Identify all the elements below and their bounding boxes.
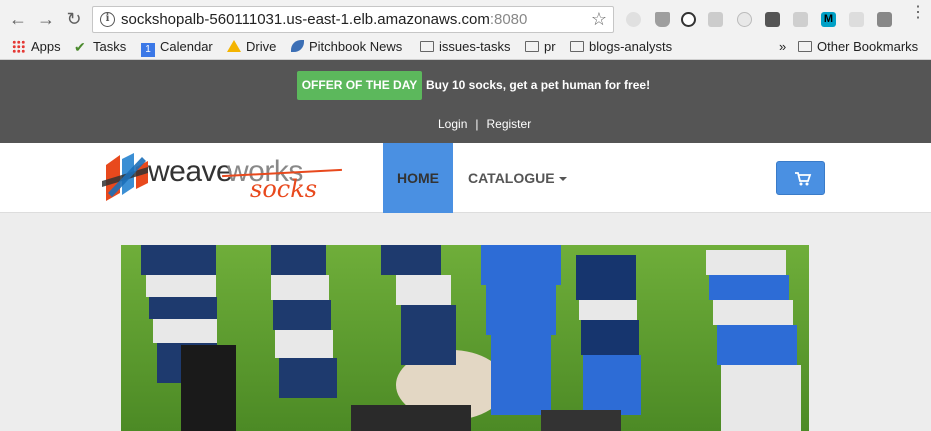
offer-of-the-day-button[interactable]: OFFER OF THE DAY	[297, 71, 422, 100]
feather-icon	[291, 40, 304, 52]
extension-icon[interactable]	[626, 12, 641, 27]
extension-icon[interactable]	[765, 12, 780, 27]
calendar-icon: 1	[141, 43, 155, 57]
extension-icon[interactable]	[849, 12, 864, 27]
browser-chrome: ← → ↻ i sockshopalb-560111031.us-east-1.…	[0, 0, 931, 60]
arrow-right-icon[interactable]: →	[36, 9, 56, 29]
nav-home[interactable]: HOME	[383, 143, 453, 213]
site-topbar: OFFER OF THE DAY Buy 10 socks, get a pet…	[0, 60, 931, 143]
extension-icon[interactable]: M	[821, 12, 836, 27]
shopping-cart-icon	[795, 172, 812, 186]
extension-icon[interactable]	[793, 12, 808, 27]
url-text[interactable]: sockshopalb-560111031.us-east-1.elb.amaz…	[121, 11, 527, 28]
arrow-left-icon[interactable]: ←	[8, 9, 28, 29]
hero-image-rugby-socks	[121, 245, 809, 431]
caret-down-icon	[558, 177, 567, 181]
site-navbar: weave works socks HOME CATALOGUE	[0, 143, 931, 213]
info-icon[interactable]: i	[100, 12, 115, 27]
address-bar[interactable]: i sockshopalb-560111031.us-east-1.elb.am…	[92, 6, 614, 33]
bookmark-drive[interactable]: Drive	[227, 38, 276, 56]
extension-icon[interactable]	[708, 12, 723, 27]
bookmark-star-icon[interactable]: ☆	[591, 9, 607, 30]
apps-grid-icon	[12, 40, 25, 53]
bookmark-tasks[interactable]: ✔ Tasks	[74, 38, 126, 56]
drive-icon	[227, 40, 241, 52]
bookmark-calendar[interactable]: 1 Calendar	[141, 38, 213, 57]
reload-icon[interactable]: ↻	[64, 9, 84, 29]
nav-catalogue-label: CATALOGUE	[468, 170, 555, 186]
nav-catalogue[interactable]: CATALOGUE	[468, 143, 567, 213]
logo-socks-text: socks	[250, 175, 318, 203]
logo-weave-text: weave	[148, 155, 233, 188]
extension-icon[interactable]	[737, 12, 752, 27]
folder-icon	[570, 41, 584, 52]
bookmark-folder-blogs-analysts[interactable]: blogs-analysts	[570, 38, 672, 56]
bookmark-folder-pr[interactable]: pr	[525, 38, 556, 56]
bookmark-folder-issues-tasks[interactable]: issues-tasks	[420, 38, 511, 56]
register-link[interactable]: Register	[487, 117, 532, 131]
bookmark-apps[interactable]: Apps	[12, 38, 61, 56]
cart-button[interactable]	[776, 161, 825, 195]
weaveworks-socks-logo[interactable]: weave works socks	[102, 153, 352, 203]
browser-menu-icon[interactable]: ⋮	[910, 5, 926, 21]
browser-toolbar: ← → ↻ i sockshopalb-560111031.us-east-1.…	[0, 4, 931, 34]
hero-photo	[121, 245, 809, 431]
bookmark-pitchbook-news[interactable]: Pitchbook News	[291, 38, 402, 56]
account-links: Login | Register	[438, 117, 531, 131]
link-separator: |	[475, 117, 479, 131]
offer-text[interactable]: Buy 10 socks, get a pet human for free!	[426, 78, 650, 92]
folder-icon	[525, 41, 539, 52]
login-link[interactable]: Login	[438, 117, 467, 131]
folder-icon	[798, 41, 812, 52]
url-port: :8080	[489, 11, 528, 28]
bookmarks-bar: Apps ✔ Tasks 1 Calendar Drive Pitchbook Ne…	[0, 35, 931, 59]
checkmark-icon: ✔	[74, 39, 86, 55]
url-host: sockshopalb-560111031.us-east-1.elb.amaz…	[121, 11, 490, 28]
extension-icon[interactable]	[681, 12, 696, 27]
bookmark-other-bookmarks[interactable]: Other Bookmarks	[798, 38, 918, 56]
folder-icon	[420, 41, 434, 52]
extension-icon[interactable]	[655, 12, 670, 27]
weaveworks-logo-icon	[102, 153, 148, 201]
bookmarks-overflow-button[interactable]: »	[779, 38, 786, 56]
extension-icon[interactable]	[877, 12, 892, 27]
